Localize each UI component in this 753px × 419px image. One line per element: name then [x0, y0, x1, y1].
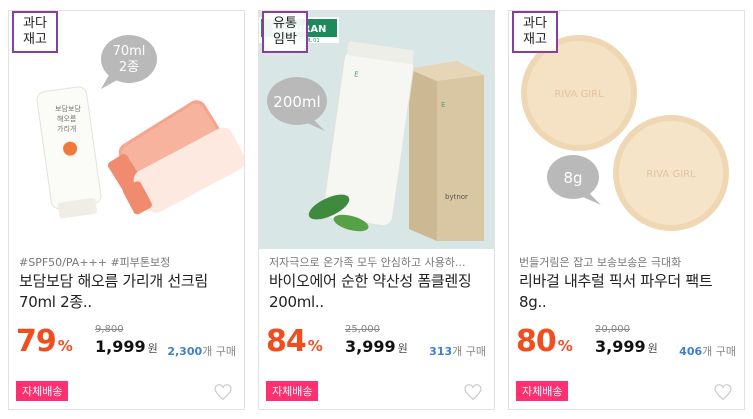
bubble-label-line1: 70ml — [113, 44, 146, 59]
product-tag: #SPF50/PA+++ #피부톤보정 — [19, 256, 171, 269]
svg-text:RIVA GIRL: RIVA GIRL — [646, 169, 696, 180]
svg-text:보담보담: 보담보담 — [55, 104, 81, 113]
product-image[interactable]: 보담보담 해오름 가리개 70ml 2종 과다 재고 — [9, 11, 244, 249]
product-title[interactable]: 보담보담 해오름 가리개 선크림 70ml 2종.. — [19, 271, 241, 313]
original-price: 9,800 — [95, 324, 124, 335]
heart-icon[interactable] — [714, 384, 732, 400]
badge-line-1: 과다 — [23, 16, 47, 31]
svg-text:해오름: 해오름 — [57, 114, 77, 123]
buy-count: 313개 구매 — [429, 345, 486, 358]
shipping-badge: 자체배송 — [266, 381, 319, 401]
svg-text:가리개: 가리개 — [57, 124, 76, 133]
shipping-badge: 자체배송 — [516, 381, 569, 401]
sale-price: 3,999 원 — [595, 337, 658, 356]
svg-text:E: E — [441, 101, 445, 109]
badge-line-2: 재고 — [23, 32, 47, 47]
stock-badge: 과다 재고 — [12, 11, 58, 53]
discount-rate: 84% — [266, 324, 323, 359]
heart-icon[interactable] — [214, 384, 232, 400]
product-title[interactable]: 리바걸 내추럴 픽서 파우더 팩트 8g.. — [519, 271, 741, 313]
heart-icon[interactable] — [464, 384, 482, 400]
discount-rate: 80% — [516, 324, 573, 359]
bubble-label: 8g — [563, 169, 582, 187]
sale-price: 3,999 원 — [345, 337, 408, 356]
badge-line-2: 임박 — [273, 32, 297, 47]
sale-price: 1,999 원 — [95, 337, 158, 356]
product-image[interactable]: RIVA GIRL RIVA GIRL 8g 과다 재고 — [509, 11, 744, 249]
product-image[interactable]: BIOAIRAN SINCE SEOUL 01 E bytnor E 200ml… — [259, 11, 494, 249]
buy-count: 406개 구매 — [679, 345, 736, 358]
product-card-1[interactable]: 보담보담 해오름 가리개 70ml 2종 과다 재고 #SPF50/PA+++ … — [8, 10, 245, 410]
shipping-badge: 자체배송 — [16, 381, 69, 401]
discount-rate: 79% — [16, 324, 73, 359]
expiry-badge: 유통 임박 — [262, 11, 308, 53]
svg-text:RIVA GIRL: RIVA GIRL — [554, 89, 604, 100]
product-card-2[interactable]: BIOAIRAN SINCE SEOUL 01 E bytnor E 200ml… — [258, 10, 495, 410]
svg-text:bytnor: bytnor — [445, 193, 468, 201]
original-price: 25,000 — [345, 324, 380, 335]
bubble-label: 200ml — [273, 93, 320, 111]
buy-count: 2,300개 구매 — [167, 345, 236, 358]
badge-line-1: 과다 — [523, 16, 547, 31]
badge-line-1: 유통 — [273, 16, 297, 31]
product-tag: 저자극으로 온가족 모두 안심하고 사용하... — [269, 256, 466, 269]
stock-badge: 과다 재고 — [512, 11, 558, 53]
product-tag: 번들거림은 잡고 보송보송은 극대화 — [519, 256, 682, 269]
bubble-label-line2: 2종 — [119, 60, 139, 75]
product-card-3[interactable]: RIVA GIRL RIVA GIRL 8g 과다 재고 번들거림은 잡고 보송… — [508, 10, 745, 410]
badge-line-2: 재고 — [523, 32, 547, 47]
original-price: 20,000 — [595, 324, 630, 335]
product-title[interactable]: 바이오에어 순한 약산성 폼클렌징 200ml.. — [269, 271, 491, 313]
